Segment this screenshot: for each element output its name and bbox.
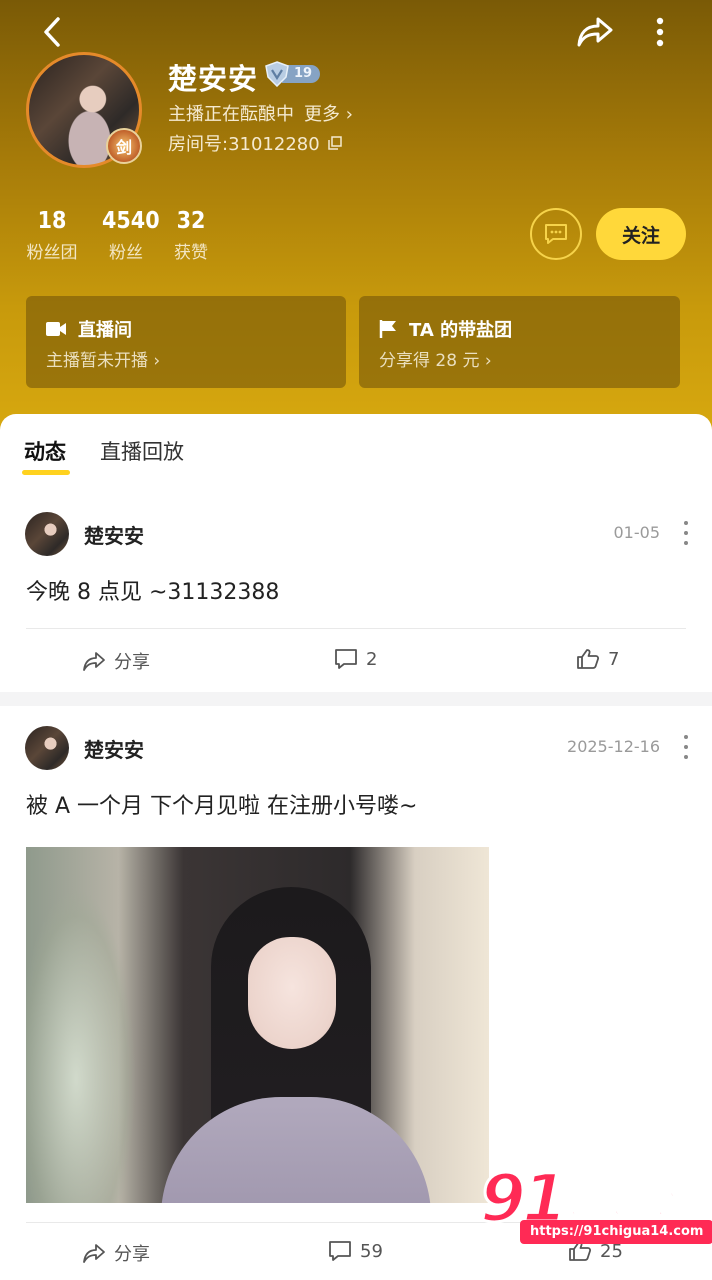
tab-replays[interactable]: 直播回放 [100, 436, 184, 466]
stat-label: 粉丝 [109, 243, 143, 263]
post-author-avatar[interactable] [25, 512, 69, 556]
comment-count: 59 [360, 1240, 383, 1262]
vertical-dots-icon [656, 17, 664, 47]
like-action[interactable]: 7 [576, 648, 619, 670]
salt-group-title: TA 的带盐团 [379, 316, 512, 342]
share-profile-button[interactable] [572, 12, 618, 52]
feed-post: 楚安安 01-05 今晚 8 点见 ~31132388 分享 2 7 [0, 492, 712, 692]
watermark-title: 吃瓜中心 [559, 1185, 681, 1222]
post-author-avatar[interactable] [25, 726, 69, 770]
profile-avatar[interactable]: 剑 [26, 52, 142, 168]
post-separator [0, 692, 712, 706]
salt-group-label: TA 的带盐团 [409, 320, 513, 341]
comment-action[interactable]: 2 [334, 648, 377, 670]
level-badge: 19 [264, 61, 324, 87]
post-text: 被 A 一个月 下个月见啦 在注册小号喽~ [26, 794, 418, 819]
comment-icon [329, 1241, 351, 1261]
sword-rank-badge: 剑 [106, 128, 142, 164]
post-photo[interactable] [26, 847, 489, 1203]
stat-label: 粉丝团 [26, 243, 78, 263]
content-panel: 动态 直播回放 楚安安 01-05 今晚 8 点见 ~31132388 分享 2 [0, 414, 712, 1280]
stat-fan-club[interactable]: 18 粉丝团 [26, 208, 78, 263]
streamer-name: 楚安安 [168, 62, 259, 96]
post-more-icon[interactable] [678, 732, 694, 762]
watermark-url: https://91chigua14.com [520, 1220, 712, 1244]
stat-likes[interactable]: 32 获赞 [172, 208, 210, 263]
room-number: 房间号:31012280 [168, 134, 320, 155]
stat-number: 32 [176, 208, 206, 234]
share-action[interactable]: 分享 [82, 1240, 150, 1266]
comment-action[interactable]: 59 [328, 1240, 383, 1262]
live-room-card[interactable]: 直播间 主播暂未开播 › [26, 296, 346, 388]
back-arrow-icon [44, 17, 60, 47]
more-options-button[interactable] [640, 12, 680, 52]
tab-indicator [22, 470, 70, 475]
live-room-status: 主播暂未开播 › [46, 351, 161, 371]
comment-icon [335, 649, 357, 669]
post-author-name[interactable]: 楚安安 [84, 734, 144, 763]
copy-icon[interactable] [327, 136, 342, 150]
stat-number: 18 [37, 208, 67, 234]
photo-background-tree [26, 887, 136, 1203]
message-button[interactable] [530, 208, 582, 260]
post-date: 01-05 [613, 523, 661, 542]
share-action[interactable]: 分享 [82, 648, 150, 674]
share-icon [577, 17, 613, 47]
tab-feed[interactable]: 动态 [24, 436, 66, 466]
stat-number: 4540 [102, 208, 160, 234]
salt-group-card[interactable]: TA 的带盐团 分享得 28 元 › [359, 296, 680, 388]
video-camera-icon [46, 322, 66, 336]
profile-header: 剑 楚安安 19 主播正在酝酿中 更多 › 房间号:31012280 18 粉丝团… [0, 0, 712, 440]
site-watermark: 91 吃瓜中心 https://91chigua14.com [479, 1159, 712, 1250]
flag-icon [379, 320, 396, 338]
status-line: 主播正在酝酿中 更多 › [168, 100, 353, 126]
live-room-label: 直播间 [78, 320, 132, 341]
photo-subject-sweater [161, 1097, 431, 1203]
post-author-name[interactable]: 楚安安 [84, 520, 144, 549]
stat-followers[interactable]: 4540 粉丝 [102, 208, 160, 263]
status-text: 主播正在酝酿中 [168, 104, 294, 125]
share-label: 分享 [114, 652, 150, 673]
post-more-icon[interactable] [678, 518, 694, 548]
post-text: 今晚 8 点见 ~31132388 [26, 580, 280, 605]
tab-bar: 动态 直播回放 [0, 414, 712, 478]
live-room-title: 直播间 [46, 316, 132, 342]
thumbs-up-icon [577, 649, 600, 669]
salt-group-reward: 分享得 28 元 › [379, 351, 492, 371]
room-line: 房间号:31012280 [168, 130, 342, 156]
back-button[interactable] [30, 14, 74, 50]
photo-subject-face [248, 937, 336, 1049]
post-date: 2025-12-16 [567, 737, 660, 756]
follow-button[interactable]: 关注 [596, 208, 686, 260]
share-icon [83, 1244, 105, 1263]
post-divider [26, 628, 686, 629]
like-count: 7 [608, 648, 620, 670]
chat-bubble-icon [545, 224, 567, 244]
more-link[interactable]: 更多 › [304, 104, 353, 125]
shield-rank-icon [265, 61, 289, 87]
share-label: 分享 [114, 1244, 150, 1265]
comment-count: 2 [366, 648, 378, 670]
stat-label: 获赞 [174, 243, 208, 263]
share-icon [83, 652, 105, 671]
